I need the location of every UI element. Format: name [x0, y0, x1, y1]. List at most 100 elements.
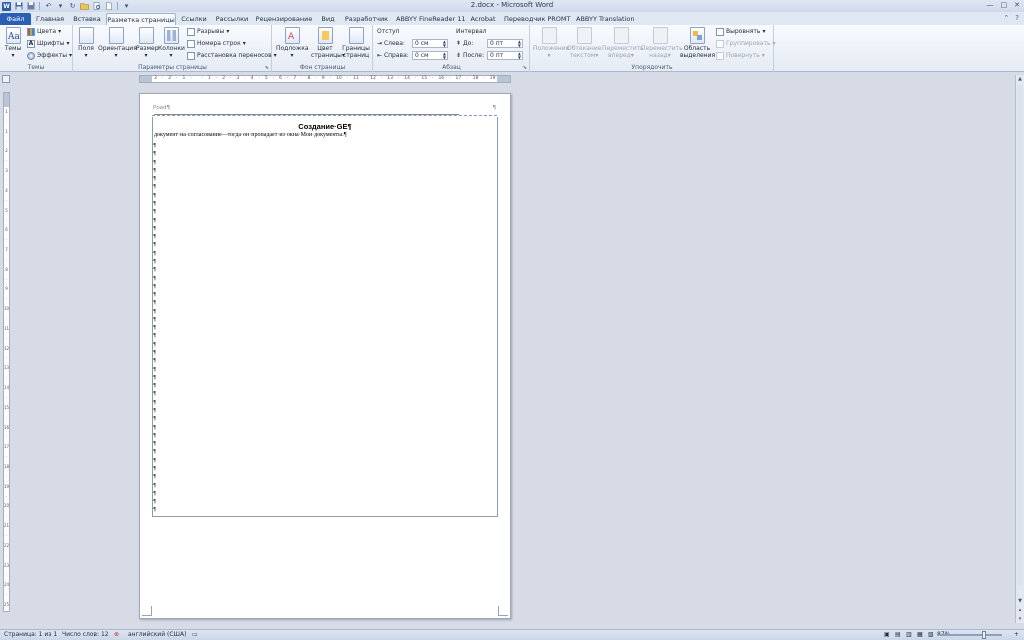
draft-view-icon[interactable]: ▧ [928, 630, 934, 640]
scroll-down-icon[interactable]: ▼ [1016, 597, 1024, 605]
spacing-before-input[interactable]: 0 пт ▲ ▼ [487, 39, 523, 48]
tab-developer[interactable]: Разработчик [343, 13, 390, 25]
document-page[interactable]: Роаd¶ ¶ Создание·GE¶ документ·на·согласо… [139, 93, 511, 619]
orientation-button[interactable]: Ориентация ▾ [98, 27, 137, 59]
vertical-ruler[interactable]: 1 · 1 · 2 · 3 · 4 · 5 · 6 · 7 · 8 · 9 · 10 · 11 · 12 · 13 · 14 · 15 · 16… [3, 92, 10, 612]
close-button[interactable]: ✕ [1014, 1, 1020, 9]
redo-icon[interactable]: ↻ [68, 2, 77, 11]
open-icon[interactable] [80, 2, 89, 11]
document-heading[interactable]: Создание·GE¶ [153, 122, 497, 131]
themes-button[interactable]: Aa Темы ▾ [3, 27, 23, 59]
group-objects-button[interactable]: Группировать ▾ [716, 39, 776, 49]
empty-paragraph-marks: ¶ ¶ ¶ ¶ ¶ ¶ ¶ ¶ ¶ ¶ ¶ ¶ ¶ ¶ ¶ ¶ ¶ ¶ ¶ ¶ ¶ ¶ ¶ ¶ ¶ ¶ ¶ ¶ ¶ ¶ ¶ ¶ ¶ ¶ ¶ ¶ ¶ ¶ ¶ ¶… [153, 144, 157, 514]
vertical-ruler-tick: 11 [4, 325, 10, 331]
spinner-arrows-icon[interactable]: ▲ ▼ [518, 52, 521, 60]
rotate-button[interactable]: Повернуть ▾ [716, 51, 765, 61]
wrap-text-button[interactable]: Обтекание текстом▾ [567, 27, 601, 59]
vertical-ruler-tick: 4 [5, 187, 8, 193]
tab-acrobat[interactable]: Acrobat [468, 13, 498, 25]
tab-promt[interactable]: Переводчик PROMT [504, 13, 571, 25]
tab-home[interactable]: Главная [33, 13, 67, 25]
help-icon[interactable]: ? [1015, 14, 1019, 22]
print-layout-view-icon[interactable]: ▣ [884, 630, 890, 640]
paragraph-mark: ¶ [153, 143, 157, 149]
web-layout-view-icon[interactable]: ▥ [906, 630, 912, 640]
hyphenation-button[interactable]: Расстановка переносов ▾ [187, 51, 277, 61]
page-count[interactable]: Страница: 1 из 1 [4, 630, 57, 640]
text-boundaries[interactable]: Создание·GE¶ документ·на·согласование—то… [152, 117, 498, 517]
proofing-icon[interactable]: ⊗ [114, 630, 119, 640]
tab-references[interactable]: Ссылки [180, 13, 208, 25]
previous-page-icon[interactable]: ▴ [1016, 606, 1024, 614]
bring-forward-button[interactable]: Переместить вперед▾ [602, 27, 644, 59]
tab-file[interactable]: Файл [0, 13, 31, 25]
tab-review[interactable]: Рецензирование [255, 13, 313, 25]
columns-button[interactable]: Колонки ▾ [158, 27, 185, 59]
print-preview-icon[interactable] [92, 2, 101, 11]
tab-insert[interactable]: Вставка [70, 13, 104, 25]
tab-mailings[interactable]: Рассылки [214, 13, 250, 25]
align-button[interactable]: Выровнять ▾ [716, 27, 765, 37]
page-color-button[interactable]: Цвет страницы▾ [311, 27, 345, 59]
watermark-button[interactable]: A Подложка ▾ [276, 27, 309, 59]
theme-colors-button[interactable]: Цвета ▾ [27, 27, 61, 37]
indent-left-input[interactable]: 0 см ▲ ▼ [412, 39, 448, 48]
customize-toolbar-icon[interactable]: ▾ [122, 2, 131, 11]
scroll-up-icon[interactable]: ▲ [1016, 75, 1024, 83]
document-paragraph[interactable]: документ·на·согласование—тогда·он·пропад… [154, 132, 346, 138]
save-icon[interactable] [14, 2, 23, 11]
vertical-ruler-tick: · [5, 178, 8, 184]
spacing-after-input[interactable]: 0 пт ▲ ▼ [487, 51, 523, 60]
word-count[interactable]: Число слов: 12 [62, 630, 109, 640]
maximize-button[interactable]: □ [1001, 1, 1008, 9]
macro-record-icon[interactable]: ▭ [192, 630, 198, 640]
dropdown-icon: ▾ [58, 28, 62, 35]
minimize-button[interactable]: — [987, 1, 994, 9]
next-page-icon[interactable]: ▾ [1016, 615, 1024, 623]
tab-view[interactable]: Вид [318, 13, 338, 25]
page-corner-mark [142, 606, 152, 616]
outline-view-icon[interactable]: ▦ [917, 630, 923, 640]
spinner-arrows-icon[interactable]: ▲ ▼ [443, 52, 446, 60]
scrollbar-thumb[interactable] [1017, 85, 1023, 585]
tab-abbyy-translation[interactable]: ABBYY Translation [576, 13, 634, 25]
page-setup-launcher-icon[interactable]: ⬊ [265, 65, 269, 71]
indent-right-input[interactable]: 0 см ▲ ▼ [412, 51, 448, 60]
line-numbers-button[interactable]: Номера строк ▾ [187, 39, 246, 49]
word-app-icon[interactable]: W [2, 1, 11, 11]
undo-dropdown-icon[interactable]: ▾ [56, 2, 65, 11]
send-backward-button[interactable]: Переместить назад▾ [641, 27, 683, 59]
paragraph-launcher-icon[interactable]: ⬊ [523, 65, 527, 71]
position-button[interactable]: Положение ▾ [533, 27, 569, 59]
tab-page-layout[interactable]: Разметка страницы [106, 13, 176, 25]
zoom-in-button[interactable]: + [1014, 630, 1019, 640]
new-document-icon[interactable] [104, 2, 113, 11]
zoom-slider-handle[interactable] [982, 631, 986, 639]
ribbon-collapse-icon[interactable]: ⌃ [1003, 14, 1009, 22]
ruler-ticks: 3 · 2 · 1 · · 1 · 2 · 3 · 4 · 5 · 6 · 7 · 8 · 9 · 10 · 11 · 12 · 13 · 14 ·… [154, 76, 496, 82]
margins-button[interactable]: Поля ▾ [77, 27, 95, 59]
zoom-slider[interactable] [938, 634, 1002, 636]
spacing-before-text: До: [462, 40, 474, 47]
save-as-icon[interactable] [26, 2, 35, 11]
breaks-button[interactable]: Разрывы ▾ [187, 27, 229, 37]
language-indicator[interactable]: английский (США) [128, 630, 186, 640]
spinner-arrows-icon[interactable]: ▲ ▼ [443, 40, 446, 48]
vertical-scrollbar[interactable]: ▲ ▼ ▴ ▾ [1015, 75, 1024, 623]
size-button[interactable]: Размер ▾ [136, 27, 159, 59]
indent-right-label: ⇤ Справа: [377, 52, 409, 59]
selection-pane-button[interactable]: Область выделения [680, 27, 715, 59]
horizontal-ruler[interactable]: 3 · 2 · 1 · · 1 · 2 · 3 · 4 · 5 · 6 · 7 · 8 · 9 · 10 · 11 · 12 · 13 · 14 ·… [139, 75, 511, 83]
spinner-arrows-icon[interactable]: ▲ ▼ [518, 40, 521, 48]
theme-fonts-button[interactable]: A Шрифты ▾ [27, 39, 70, 49]
vertical-ruler-tick: 15 [4, 404, 10, 410]
theme-effects-button[interactable]: Эффекты ▾ [27, 51, 72, 61]
ruler-tab-selector[interactable] [2, 75, 10, 83]
vertical-ruler-tick: 1 [5, 128, 8, 134]
page-borders-button[interactable]: Границы страниц [341, 27, 371, 59]
tab-finereader[interactable]: ABBYY FineReader 11 [396, 13, 466, 25]
undo-icon[interactable]: ↶ [44, 2, 53, 11]
full-screen-view-icon[interactable]: ▤ [895, 630, 901, 640]
vertical-ruler-tick: 25 [4, 601, 10, 607]
ruler-tick: 1 [208, 76, 211, 81]
